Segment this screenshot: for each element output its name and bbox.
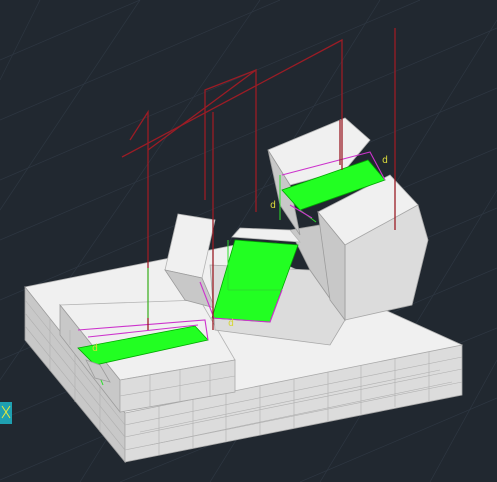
ucs-icon [0, 402, 12, 424]
cad-3d-viewport[interactable]: d d d d [0, 0, 497, 482]
model-canvas[interactable]: d d d d [0, 0, 497, 482]
marker-3: d [228, 318, 234, 329]
marker-1: d [382, 155, 388, 166]
marker-2: d [270, 200, 276, 211]
marker-4: d [92, 343, 98, 354]
